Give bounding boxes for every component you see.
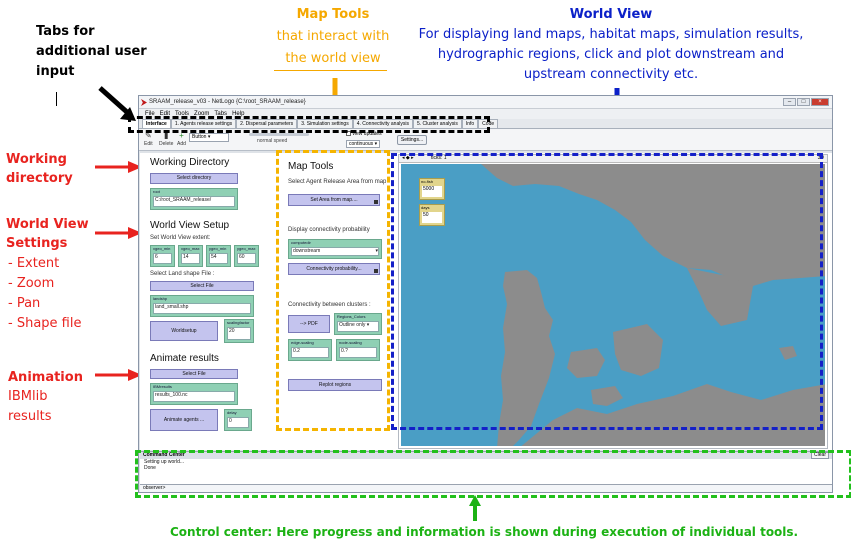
edit-button[interactable]: ✎ Edit [144,131,153,147]
shape-file-label: Select Land shape File : [150,271,215,277]
animate-results-title: Animate results [150,353,219,364]
minimize-icon[interactable]: – [783,98,796,106]
maximize-icon[interactable]: □ [797,98,810,106]
world-view-highlight-box [391,153,823,430]
delete-button[interactable]: ▮ Delete [159,131,173,147]
select-results-file-button[interactable]: Select File [150,369,238,379]
xgeo-max-input[interactable]: xgeo_max 14 [178,245,203,267]
delay-input[interactable]: delay 0 [224,409,252,431]
world-view-setup-title: World View Setup [150,220,230,231]
control-center-highlight-box [135,450,851,498]
settings-button[interactable]: Settings... [397,135,427,145]
landshp-input[interactable]: landshp land_small.shp [150,295,254,317]
add-button[interactable]: + Add [177,131,186,147]
ibm-results-input[interactable]: IBMresults results_100.nc [150,383,238,405]
extent-label: Set World View extent: [150,235,211,241]
map-tools-highlight-box [276,150,390,431]
working-directory-title: Working Directory [150,157,230,168]
ygeo-min-input[interactable]: ygeo_min 54 [206,245,231,267]
close-icon[interactable]: × [811,98,829,106]
tabs-highlight-box [128,116,490,133]
speed-slider[interactable] [249,133,309,136]
update-mode-select[interactable]: continuous ▾ [346,140,380,148]
window-titlebar: SRAAM_release_v03 - NetLogo {C:\root_SRA… [139,96,832,109]
scaling-factor-input[interactable]: scalingfactor 20 [224,319,254,343]
widget-type-select[interactable]: Button ▾ [189,133,229,142]
speed-label: normal speed [257,138,288,144]
window-title: SRAAM_release_v03 - NetLogo {C:\root_SRA… [149,99,306,105]
ygeo-max-input[interactable]: ygeo_max 60 [234,245,259,267]
select-directory-button[interactable]: Select directory [150,173,238,184]
xgeo-min-input[interactable]: xgeo_min 6 [150,245,175,267]
worldsetup-button[interactable]: Worldsetup [150,321,218,341]
root-input[interactable]: root C:/root_SRAAM_release/ [150,188,238,210]
animate-agents-button[interactable]: Animate agents ... [150,409,218,431]
netlogo-logo-icon [141,99,147,106]
select-shape-file-button[interactable]: Select File [150,281,254,291]
